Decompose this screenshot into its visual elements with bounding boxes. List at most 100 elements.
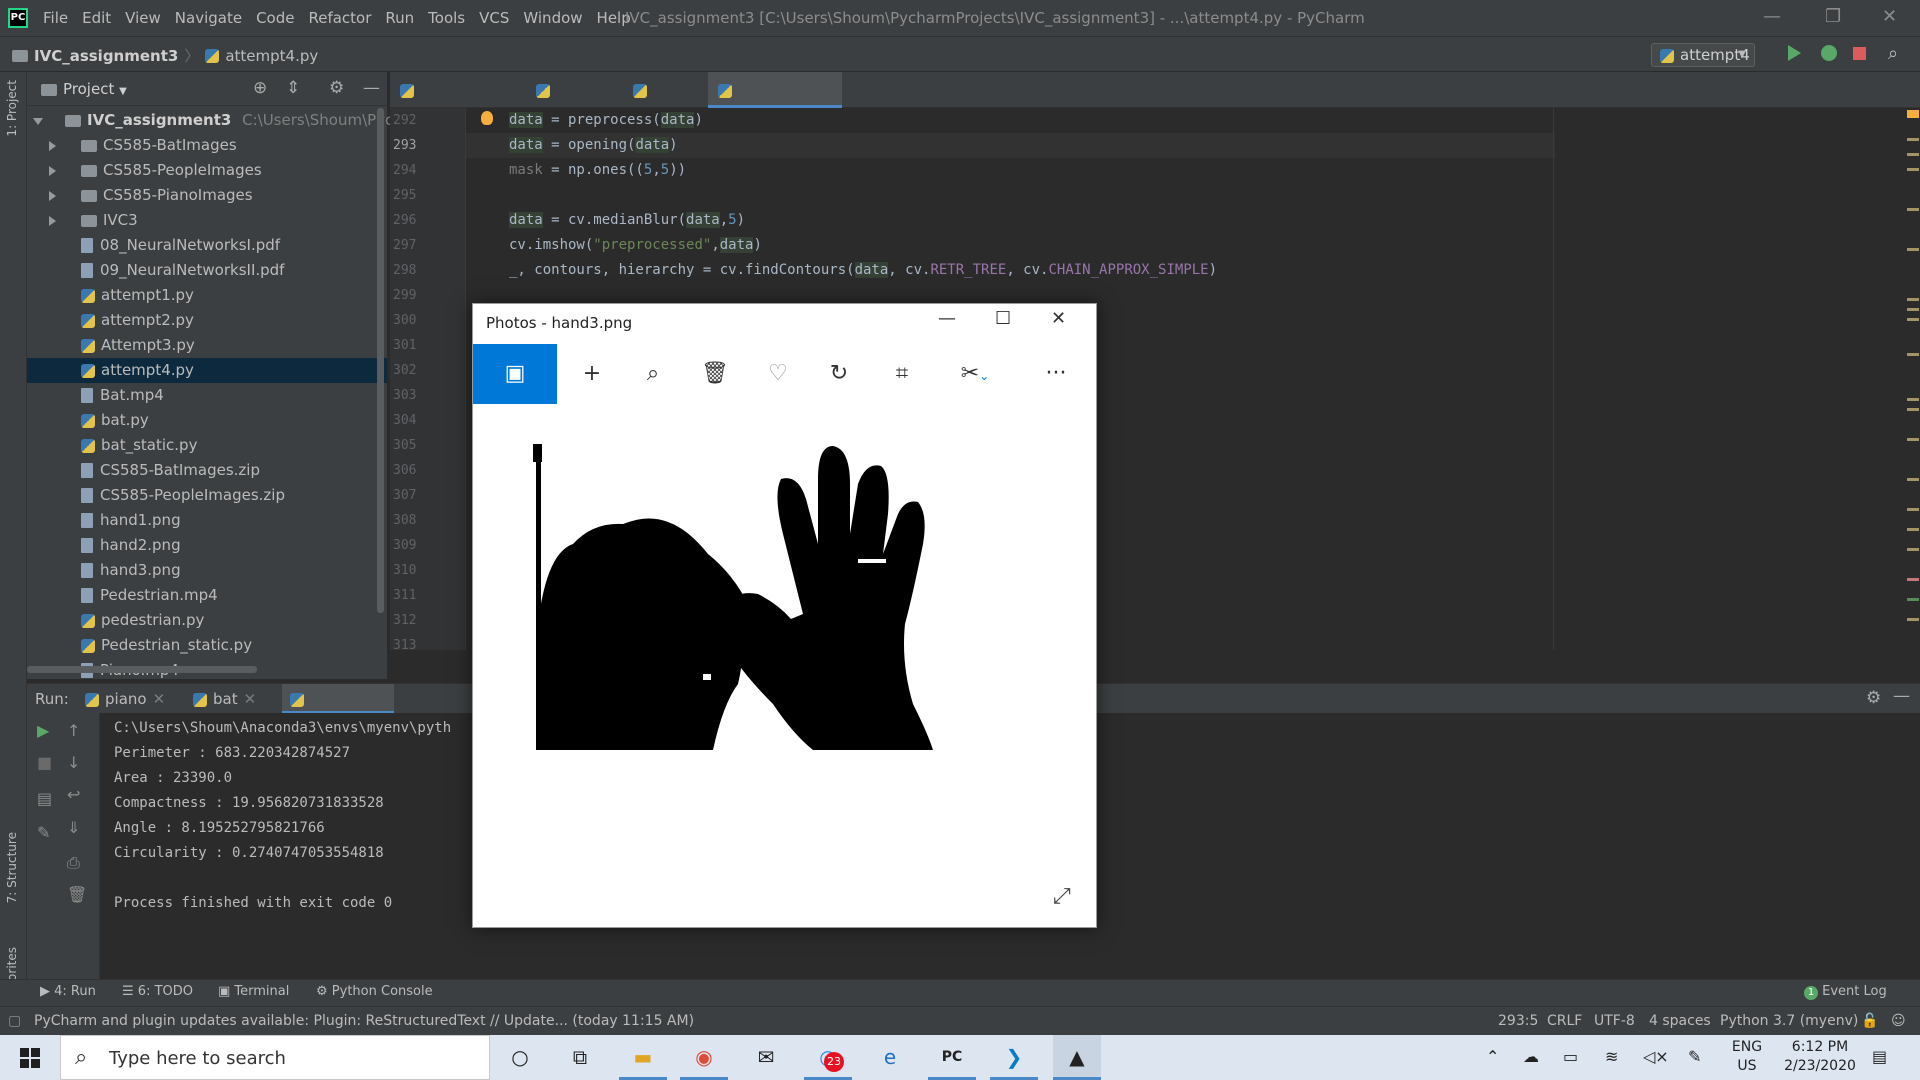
- rerun-icon[interactable]: ▶: [37, 721, 49, 740]
- gear-icon[interactable]: ⚙: [329, 78, 344, 98]
- project-panel-title[interactable]: Project ▼: [41, 80, 127, 98]
- marker[interactable]: [1907, 138, 1919, 141]
- photos-close-button[interactable]: ✕: [1051, 308, 1066, 329]
- soft-wrap-icon[interactable]: ↩: [67, 785, 80, 804]
- marker[interactable]: [1907, 168, 1919, 171]
- search-icon[interactable]: ⌕: [1888, 43, 1898, 64]
- trash-icon[interactable]: 🗑: [67, 885, 87, 904]
- tree-file[interactable]: attempt2.py: [27, 308, 387, 333]
- tree-file[interactable]: Pedestrian_static.py: [27, 633, 387, 658]
- tree-folder[interactable]: IVC3: [27, 208, 387, 233]
- image-viewport[interactable]: [473, 404, 1096, 927]
- structure-tool-tab[interactable]: 7: Structure: [5, 832, 19, 903]
- marker[interactable]: [1907, 508, 1919, 511]
- close-tab-icon[interactable]: ✕: [153, 690, 166, 708]
- indent-setting[interactable]: 4 spaces: [1649, 1013, 1711, 1029]
- pin-icon[interactable]: ✎: [37, 823, 50, 842]
- pen-icon[interactable]: ✎: [1688, 1047, 1701, 1066]
- tree-file[interactable]: 09_NeuralNetworksII.pdf: [27, 258, 387, 283]
- locate-icon[interactable]: ⊕: [253, 78, 267, 98]
- print-icon[interactable]: ⎙: [67, 853, 80, 873]
- gear-icon[interactable]: ⚙: [1866, 688, 1881, 708]
- python-console-tool-tab[interactable]: ⚙ Python Console: [316, 984, 433, 999]
- run-tool-tab[interactable]: ▶ 4: Run: [40, 984, 96, 999]
- trash-icon[interactable]: 🗑: [685, 344, 745, 404]
- line-separator[interactable]: CRLF: [1547, 1013, 1582, 1029]
- crop-icon[interactable]: ⌗: [872, 344, 932, 404]
- tree-folder[interactable]: CS585-PeopleImages: [27, 158, 387, 183]
- fullscreen-icon[interactable]: ⤢: [1053, 884, 1071, 909]
- battery-icon[interactable]: ▭: [1563, 1047, 1578, 1066]
- tree-file[interactable]: CS585-PeopleImages.zip: [27, 483, 387, 508]
- tree-file[interactable]: hand1.png: [27, 508, 387, 533]
- restore-button[interactable]: ❐: [1825, 6, 1841, 27]
- tree-file[interactable]: Bat.mp4: [27, 383, 387, 408]
- menu-view[interactable]: View: [125, 9, 161, 27]
- marker[interactable]: [1907, 438, 1919, 441]
- photos-minimize-button[interactable]: —: [938, 308, 956, 329]
- marker[interactable]: [1907, 208, 1919, 211]
- tree-folder[interactable]: CS585-PianoImages: [27, 183, 387, 208]
- menu-tools[interactable]: Tools: [428, 9, 465, 27]
- edit-icon[interactable]: ✂⌄: [945, 344, 1005, 404]
- language-indicator[interactable]: ENG US: [1731, 1038, 1763, 1076]
- minimize-button[interactable]: —: [1763, 6, 1781, 27]
- mail-icon[interactable]: ✉: [742, 1035, 790, 1080]
- add-icon[interactable]: +: [562, 344, 622, 404]
- scroll-to-end-icon[interactable]: ⇓: [67, 818, 80, 837]
- marker[interactable]: [1907, 298, 1919, 301]
- marker[interactable]: [1907, 478, 1919, 481]
- task-view-icon[interactable]: ⧉: [556, 1035, 604, 1080]
- menu-window[interactable]: Window: [523, 9, 582, 27]
- photos-maximize-button[interactable]: ☐: [995, 308, 1011, 329]
- stop-icon[interactable]: ■: [37, 753, 52, 772]
- todo-tool-tab[interactable]: ☰ 6: TODO: [122, 984, 193, 999]
- run-configuration-select[interactable]: attempt4 ▼: [1651, 43, 1755, 67]
- chevron-right-icon[interactable]: [49, 216, 56, 226]
- action-center-icon[interactable]: ▤: [1872, 1047, 1887, 1066]
- stop-icon[interactable]: [1853, 47, 1866, 60]
- zoom-icon[interactable]: ⌕: [623, 344, 683, 404]
- tree-horizontal-scrollbar[interactable]: [27, 666, 257, 673]
- close-button[interactable]: ✕: [1882, 6, 1897, 27]
- marker[interactable]: [1907, 308, 1919, 311]
- status-message[interactable]: PyCharm and plugin updates available: Pl…: [34, 1013, 694, 1029]
- tree-folder[interactable]: CS585-BatImages: [27, 133, 387, 158]
- marker[interactable]: [1907, 318, 1919, 321]
- editor-tab[interactable]: piano_static.py✕: [390, 72, 534, 135]
- lock-icon[interactable]: 🔓: [1861, 1013, 1878, 1029]
- menu-navigate[interactable]: Navigate: [175, 9, 242, 27]
- lightbulb-icon[interactable]: [481, 111, 493, 125]
- tree-file[interactable]: CS585-BatImages.zip: [27, 458, 387, 483]
- chrome-icon[interactable]: ◉: [680, 1035, 728, 1080]
- tree-file[interactable]: hand2.png: [27, 533, 387, 558]
- debug-icon[interactable]: [1821, 45, 1837, 61]
- layout-icon[interactable]: ▤: [37, 789, 52, 808]
- collapse-all-icon[interactable]: ⇕: [286, 78, 300, 98]
- cortana-icon[interactable]: ○: [496, 1035, 544, 1080]
- onedrive-icon[interactable]: ☁: [1523, 1047, 1539, 1066]
- marker[interactable]: [1907, 578, 1919, 581]
- marker[interactable]: [1907, 528, 1919, 531]
- run-icon[interactable]: [1788, 45, 1801, 61]
- edge-icon[interactable]: e: [866, 1035, 914, 1080]
- tree-vertical-scrollbar[interactable]: [377, 108, 384, 613]
- tree-file[interactable]: Pedestrian.mp4: [27, 583, 387, 608]
- more-options-icon[interactable]: ···: [1026, 344, 1086, 404]
- inspector-icon[interactable]: ☺: [1891, 1013, 1906, 1029]
- terminal-tool-tab[interactable]: ▣ Terminal: [218, 984, 289, 999]
- windows-start-icon[interactable]: [20, 1048, 40, 1068]
- menu-refactor[interactable]: Refactor: [308, 9, 371, 27]
- error-stripe[interactable]: [1905, 108, 1920, 650]
- clock[interactable]: 6:12 PM 2/23/2020: [1775, 1038, 1865, 1076]
- marker[interactable]: [1907, 398, 1919, 401]
- pycharm-taskbar-icon[interactable]: PC: [928, 1035, 976, 1080]
- tree-root[interactable]: IVC_assignment3 C:\Users\Shoum\PycharmPr: [27, 108, 447, 133]
- menu-file[interactable]: File: [43, 9, 68, 27]
- wifi-icon[interactable]: ≋: [1605, 1047, 1618, 1066]
- marker[interactable]: [1907, 598, 1919, 601]
- menu-vcs[interactable]: VCS: [479, 9, 509, 27]
- editor-tab[interactable]: bat.py✕: [623, 72, 708, 135]
- breadcrumb-project[interactable]: IVC_assignment3: [34, 47, 178, 65]
- tree-file[interactable]: pedestrian.py: [27, 608, 387, 633]
